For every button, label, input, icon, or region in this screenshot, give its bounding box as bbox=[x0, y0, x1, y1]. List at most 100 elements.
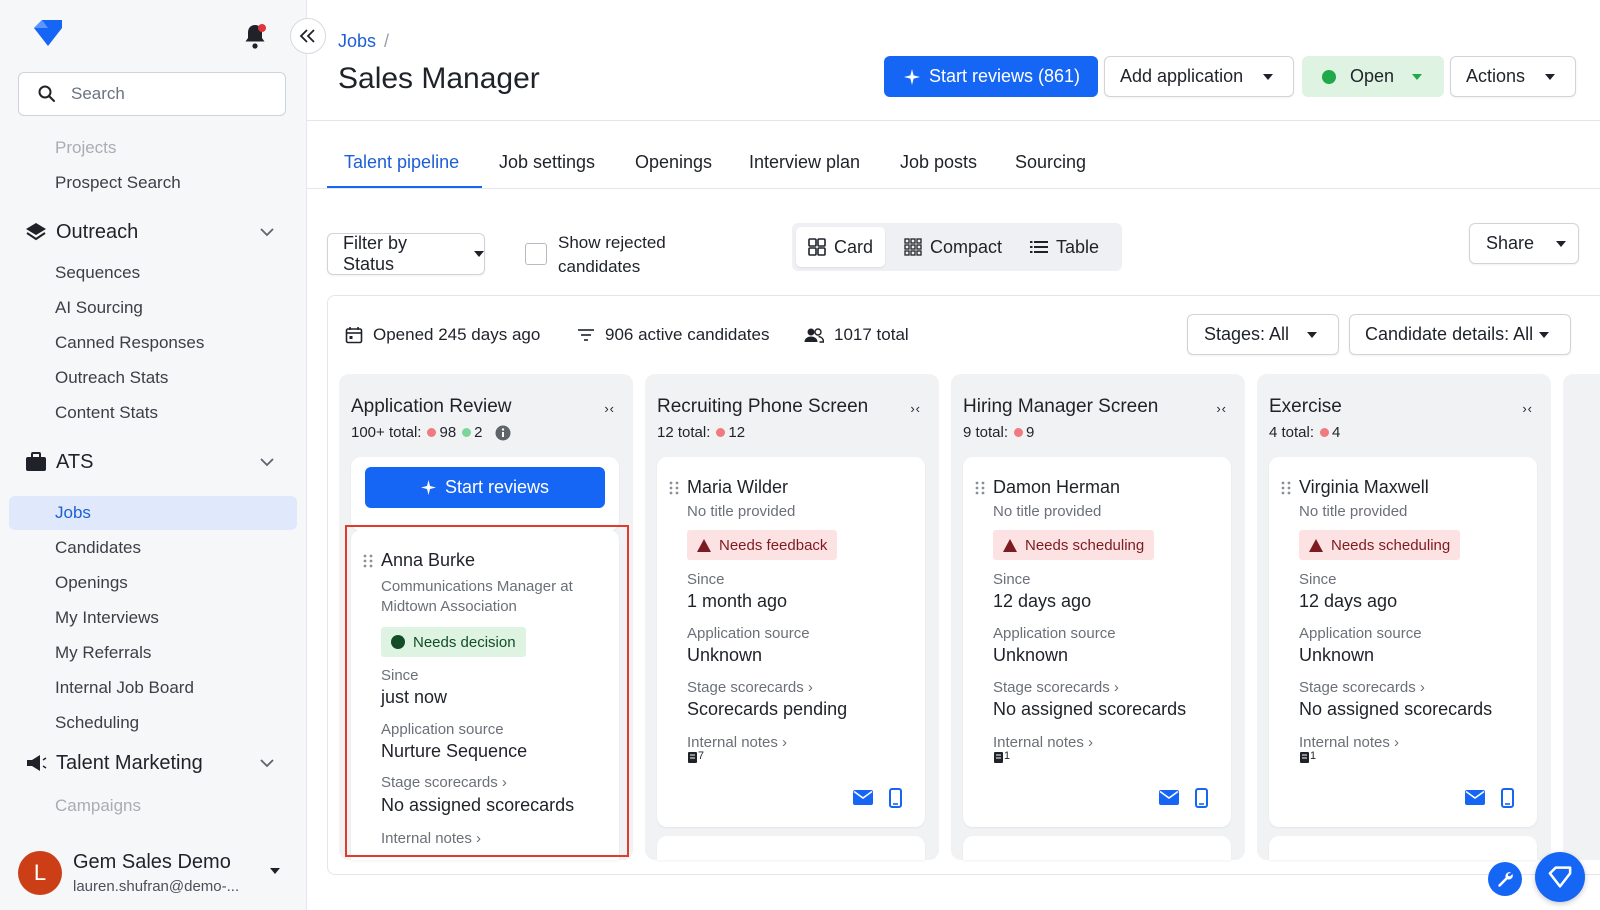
candidate-name[interactable]: Virginia Maxwell bbox=[1299, 477, 1429, 498]
user-profile[interactable]: L Gem Sales Demo lauren.shufran@demo-... bbox=[18, 850, 288, 896]
collapse-column-icon[interactable]: ›‹ bbox=[1216, 401, 1227, 416]
sidebar-item-my-interviews[interactable]: My Interviews bbox=[55, 608, 159, 628]
sidebar-group-talent-marketing[interactable]: Talent Marketing bbox=[24, 748, 286, 778]
sidebar-group-ats[interactable]: ATS bbox=[24, 447, 286, 477]
actions-button[interactable]: Actions bbox=[1450, 56, 1576, 97]
caret-down-icon bbox=[1539, 331, 1550, 338]
scorecards-link[interactable]: Stage scorecards › bbox=[1299, 679, 1425, 696]
email-icon[interactable] bbox=[1465, 790, 1485, 805]
candidate-card[interactable] bbox=[657, 836, 925, 860]
sidebar-item-campaigns[interactable]: Campaigns bbox=[55, 796, 141, 816]
chevron-down-icon[interactable] bbox=[258, 453, 276, 471]
collapse-sidebar-button[interactable] bbox=[290, 18, 326, 54]
tab-talent-pipeline[interactable]: Talent pipeline bbox=[344, 152, 459, 173]
sidebar-item-internal-job-board[interactable]: Internal Job Board bbox=[55, 678, 194, 698]
source-label: Application source bbox=[993, 625, 1116, 642]
sidebar-item-my-referrals[interactable]: My Referrals bbox=[55, 643, 151, 663]
green-status-dot bbox=[462, 428, 472, 437]
gem-logo-icon[interactable] bbox=[30, 18, 66, 48]
phone-icon[interactable] bbox=[1501, 788, 1514, 808]
candidate-card[interactable]: Damon Herman No title provided Needs sch… bbox=[963, 457, 1231, 827]
highlight-box bbox=[345, 525, 629, 857]
opened-stat: Opened 245 days ago bbox=[345, 325, 540, 345]
sidebar-group-outreach[interactable]: Outreach bbox=[24, 217, 286, 247]
candidate-card[interactable]: Maria Wilder No title provided Needs fee… bbox=[657, 457, 925, 827]
candidate-card[interactable] bbox=[963, 836, 1231, 860]
info-icon[interactable] bbox=[495, 425, 511, 441]
collapse-column-icon[interactable]: ›‹ bbox=[604, 401, 615, 416]
add-application-button[interactable]: Add application bbox=[1104, 56, 1294, 97]
sidebar-item-candidates[interactable]: Candidates bbox=[55, 538, 141, 558]
sidebar-item-prospect-search[interactable]: Prospect Search bbox=[55, 173, 181, 193]
view-compact-button[interactable]: Compact bbox=[892, 227, 1014, 267]
gem-assistant-button[interactable] bbox=[1535, 852, 1585, 902]
internal-notes-link[interactable]: Internal notes › bbox=[993, 734, 1093, 751]
total-label: 9 total: bbox=[963, 424, 1009, 441]
view-table-button[interactable]: Table bbox=[1018, 227, 1111, 267]
tab-job-settings[interactable]: Job settings bbox=[499, 152, 595, 173]
sidebar-search[interactable] bbox=[18, 72, 286, 116]
stages-filter-dropdown[interactable]: Stages: All bbox=[1187, 314, 1339, 355]
since-label: Since bbox=[1299, 571, 1337, 588]
caret-down-icon[interactable] bbox=[270, 868, 280, 874]
candidate-card[interactable]: Virginia Maxwell No title provided Needs… bbox=[1269, 457, 1537, 827]
status-badge: Needs scheduling bbox=[993, 530, 1155, 560]
candidate-name[interactable]: Damon Herman bbox=[993, 477, 1120, 498]
chevron-down-icon[interactable] bbox=[258, 754, 276, 772]
view-table-label: Table bbox=[1056, 236, 1100, 257]
chevron-down-icon[interactable] bbox=[258, 223, 276, 241]
sidebar-item-outreach-stats[interactable]: Outreach Stats bbox=[55, 368, 168, 388]
scorecards-link[interactable]: Stage scorecards › bbox=[993, 679, 1119, 696]
view-card-button[interactable]: Card bbox=[796, 227, 886, 267]
tab-job-posts[interactable]: Job posts bbox=[900, 152, 977, 173]
share-button[interactable]: Share bbox=[1469, 223, 1579, 264]
column-start-reviews-button[interactable]: Start reviews bbox=[365, 467, 605, 508]
collapse-column-icon[interactable]: ›‹ bbox=[910, 401, 921, 416]
tab-sourcing[interactable]: Sourcing bbox=[1015, 152, 1086, 173]
active-candidates-label: 906 active candidates bbox=[605, 325, 770, 344]
view-compact-label: Compact bbox=[930, 236, 1003, 257]
sidebar-item-content-stats[interactable]: Content Stats bbox=[55, 403, 158, 423]
scorecards-link[interactable]: Stage scorecards › bbox=[687, 679, 813, 696]
view-card-label: Card bbox=[834, 236, 874, 257]
email-icon[interactable] bbox=[1159, 790, 1179, 805]
stage-title: Application Review bbox=[351, 396, 512, 417]
sidebar-item-canned-responses[interactable]: Canned Responses bbox=[55, 333, 204, 353]
filter-by-status-dropdown[interactable]: Filter by Status bbox=[327, 233, 485, 275]
job-status-dropdown[interactable]: Open bbox=[1302, 56, 1444, 97]
status-badge: Needs feedback bbox=[687, 530, 838, 560]
since-label: Since bbox=[993, 571, 1031, 588]
sidebar-item-ai-sourcing[interactable]: AI Sourcing bbox=[55, 298, 143, 318]
sidebar-item-scheduling[interactable]: Scheduling bbox=[55, 713, 139, 733]
candidate-name[interactable]: Maria Wilder bbox=[687, 477, 788, 498]
phone-icon[interactable] bbox=[1195, 788, 1208, 808]
drag-handle-icon[interactable] bbox=[1281, 481, 1291, 495]
collapse-column-icon[interactable]: ›‹ bbox=[1522, 401, 1533, 416]
sidebar-item-openings[interactable]: Openings bbox=[55, 573, 128, 593]
start-reviews-button[interactable]: Start reviews (861) bbox=[884, 56, 1098, 97]
stage-title: Recruiting Phone Screen bbox=[657, 396, 869, 417]
tab-openings[interactable]: Openings bbox=[635, 152, 712, 173]
search-input[interactable] bbox=[71, 84, 271, 104]
source-label: Application source bbox=[687, 625, 810, 642]
internal-notes-link[interactable]: Internal notes › bbox=[687, 734, 787, 751]
calendar-icon bbox=[345, 327, 363, 344]
show-rejected-checkbox[interactable] bbox=[525, 243, 547, 265]
tools-button[interactable] bbox=[1488, 862, 1522, 896]
candidate-details-dropdown[interactable]: Candidate details: All bbox=[1349, 314, 1571, 355]
since-value: 12 days ago bbox=[1299, 591, 1398, 611]
drag-handle-icon[interactable] bbox=[669, 481, 679, 495]
email-icon[interactable] bbox=[853, 790, 873, 805]
phone-icon[interactable] bbox=[889, 788, 902, 808]
show-rejected-label[interactable]: Show rejected candidates bbox=[558, 231, 708, 279]
sidebar-item-projects[interactable]: Projects bbox=[55, 138, 116, 158]
candidate-card[interactable] bbox=[1269, 836, 1537, 860]
tab-interview-plan[interactable]: Interview plan bbox=[749, 152, 860, 173]
notebook-icon bbox=[994, 752, 1003, 764]
people-icon bbox=[804, 328, 824, 343]
sidebar-item-sequences[interactable]: Sequences bbox=[55, 263, 140, 283]
sidebar-item-jobs[interactable]: Jobs bbox=[55, 503, 91, 523]
drag-handle-icon[interactable] bbox=[975, 481, 985, 495]
breadcrumb-jobs[interactable]: Jobs bbox=[338, 31, 376, 52]
internal-notes-link[interactable]: Internal notes › bbox=[1299, 734, 1399, 751]
